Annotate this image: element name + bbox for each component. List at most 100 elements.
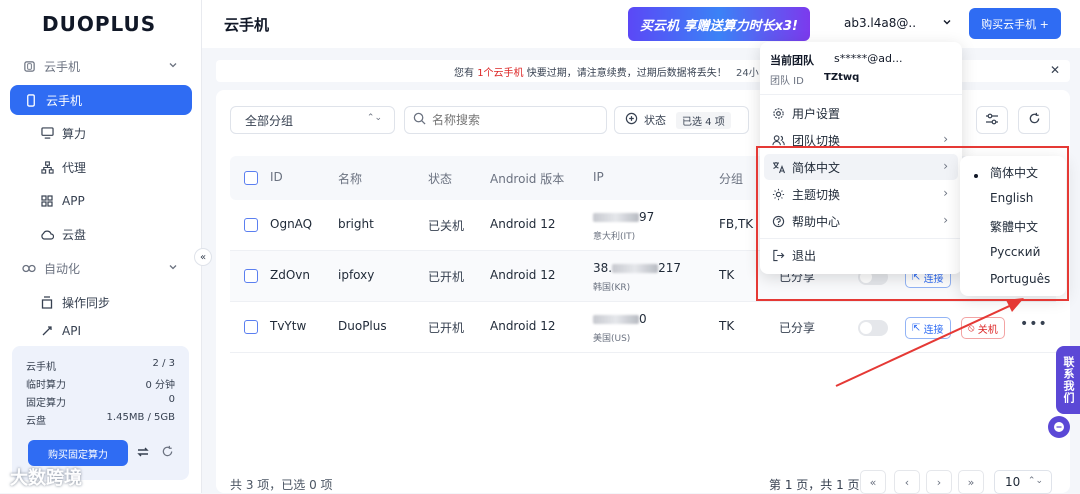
help-icon — [772, 215, 786, 228]
col-android[interactable]: Android 版本 — [490, 170, 564, 187]
row-region: 韩国(KR) — [593, 283, 631, 293]
current-team-label: 当前团队 — [770, 54, 814, 67]
double-chevron-left-icon: « — [199, 251, 207, 263]
language-option-pt[interactable]: Português — [990, 272, 1050, 286]
sidebar-item-cloud-phone[interactable]: 云手机 — [10, 85, 192, 115]
language-option-zh-cn[interactable]: 简体中文 — [990, 164, 1038, 181]
sidebar: DUOPLUS 云手机 云手机 算力 代理 APP 云盘 自动化 操作同步 AP… — [0, 0, 202, 493]
duoplus-logo[interactable]: DUOPLUS — [42, 12, 156, 36]
close-icon[interactable]: ✕ — [1050, 63, 1060, 77]
cloud-phone-icon — [22, 59, 36, 73]
language-option-ru[interactable]: Русский — [990, 245, 1040, 259]
contact-us-tab[interactable]: 联系我们 — [1056, 346, 1080, 414]
chevron-right-icon: › — [943, 159, 948, 173]
swap-icon[interactable] — [136, 445, 150, 462]
power-off-icon: ⦸ — [968, 322, 978, 334]
table-row[interactable]: TvYtw DuoPlus 已开机 Android 12 0 美国(US) TK… — [230, 302, 1056, 353]
chevron-right-icon: › — [936, 475, 942, 489]
row-checkbox[interactable] — [244, 320, 258, 334]
sidebar-item-label: 操作同步 — [62, 295, 111, 310]
row-checkbox[interactable] — [244, 269, 258, 283]
settings-sliders-button[interactable] — [976, 106, 1008, 134]
sidebar-group-automation[interactable]: 自动化 — [10, 253, 192, 283]
account-email: s*****@ad... — [834, 52, 903, 65]
selected-dot-icon — [974, 174, 978, 178]
row-id: TvYtw — [270, 319, 307, 333]
row-checkbox[interactable] — [244, 218, 258, 232]
language-option-zh-tw[interactable]: 繁體中文 — [990, 218, 1038, 235]
collapse-sidebar-button[interactable]: « — [194, 248, 212, 266]
sidebar-item-api[interactable]: API — [10, 320, 192, 342]
menu-item-user-settings[interactable]: 用户设置 — [764, 100, 958, 126]
account-dropdown-menu: 当前团队 s*****@ad... 团队 ID TZtwq 用户设置 团队切换 … — [760, 42, 962, 274]
share-toggle[interactable] — [858, 320, 888, 336]
row-group: FB,TK — [719, 217, 754, 231]
refresh-button[interactable] — [1018, 106, 1050, 134]
chevron-right-icon: › — [943, 132, 948, 146]
chat-bubble-icon[interactable] — [1048, 416, 1070, 438]
sidebar-item-label: 算力 — [62, 126, 87, 141]
last-page-button[interactable]: » — [958, 470, 984, 494]
sidebar-item-app[interactable]: APP — [10, 186, 192, 216]
page-size-select[interactable]: 10 ⌃⌄ — [994, 470, 1052, 494]
search-box[interactable] — [404, 106, 607, 134]
search-input[interactable] — [432, 113, 592, 127]
buy-fixed-compute-button[interactable]: 购买固定算力 — [28, 440, 128, 466]
row-status: 已关机 — [428, 219, 465, 233]
refresh-icon[interactable] — [161, 445, 174, 461]
col-name[interactable]: 名称 — [338, 170, 362, 187]
menu-item-team-switch[interactable]: 团队切换 › — [764, 127, 958, 153]
chevron-down-icon[interactable] — [942, 16, 952, 30]
connect-button[interactable]: ⇱ 连接 — [905, 317, 951, 339]
row-ip: 97 — [593, 210, 654, 224]
double-chevron-right-icon: » — [967, 475, 975, 489]
logout-icon — [772, 249, 786, 262]
chevron-down-icon — [168, 261, 178, 275]
buy-cloud-phone-button[interactable]: 购买云手机 + — [969, 8, 1061, 39]
sidebar-group-cloud-phone[interactable]: 云手机 — [10, 51, 192, 81]
menu-item-theme[interactable]: 主题切换 › — [764, 181, 958, 207]
col-group[interactable]: 分组 — [719, 170, 743, 187]
sidebar-group-label: 自动化 — [44, 261, 81, 276]
col-status[interactable]: 状态 — [428, 170, 452, 187]
row-status: 已开机 — [428, 270, 465, 284]
ip-redaction — [593, 213, 639, 222]
updown-icon: ⌃⌄ — [366, 113, 382, 123]
group-select[interactable]: 全部分组 ⌃⌄ — [230, 106, 395, 134]
power-off-button[interactable]: ⦸ 关机 — [961, 317, 1005, 339]
menu-item-language[interactable]: 简体中文 › — [764, 154, 958, 180]
promo-banner[interactable]: 买云机 享赠送算力时长x3! — [628, 7, 810, 41]
automation-icon — [22, 261, 36, 275]
sliders-icon — [985, 113, 999, 128]
chevron-right-icon: › — [943, 213, 948, 227]
sidebar-item-cloud-drive[interactable]: 云盘 — [10, 219, 192, 249]
col-ip[interactable]: IP — [593, 170, 604, 184]
stat-row-temp-compute: 临时算力 0 分钟 — [26, 380, 175, 391]
row-name[interactable]: ipfoxy — [338, 268, 374, 282]
sync-icon — [40, 295, 54, 309]
menu-item-logout[interactable]: 退出 — [764, 242, 958, 268]
notice-highlight-link[interactable]: 1个云手机 — [477, 68, 523, 79]
sidebar-item-label: APP — [62, 194, 85, 208]
row-android: Android 12 — [490, 268, 556, 282]
sidebar-item-proxy[interactable]: 代理 — [10, 152, 192, 182]
row-name[interactable]: DuoPlus — [338, 319, 387, 333]
sidebar-item-compute[interactable]: 算力 — [10, 118, 192, 148]
prev-page-button[interactable]: ‹ — [894, 470, 920, 494]
row-name[interactable]: bright — [338, 217, 374, 231]
sidebar-item-sync[interactable]: 操作同步 — [10, 287, 192, 317]
refresh-icon — [1028, 112, 1041, 128]
more-actions-icon[interactable]: ••• — [1020, 316, 1048, 332]
menu-item-help[interactable]: 帮助中心 › — [764, 208, 958, 234]
notice-more-link[interactable]: 24小 — [736, 64, 759, 79]
top-bar: 云手机 买云机 享赠送算力时长x3! ab3.l4a8@.. 购买云手机 + — [202, 0, 1080, 48]
plus-circle-icon — [625, 112, 638, 128]
account-name[interactable]: ab3.l4a8@.. — [844, 16, 916, 30]
language-option-en[interactable]: English — [990, 191, 1033, 205]
first-page-button[interactable]: « — [860, 470, 886, 494]
status-filter[interactable]: 状态 已选 4 项 — [614, 106, 749, 134]
next-page-button[interactable]: › — [926, 470, 952, 494]
select-all-checkbox[interactable] — [244, 171, 258, 185]
row-android: Android 12 — [490, 319, 556, 333]
col-id[interactable]: ID — [270, 170, 283, 184]
